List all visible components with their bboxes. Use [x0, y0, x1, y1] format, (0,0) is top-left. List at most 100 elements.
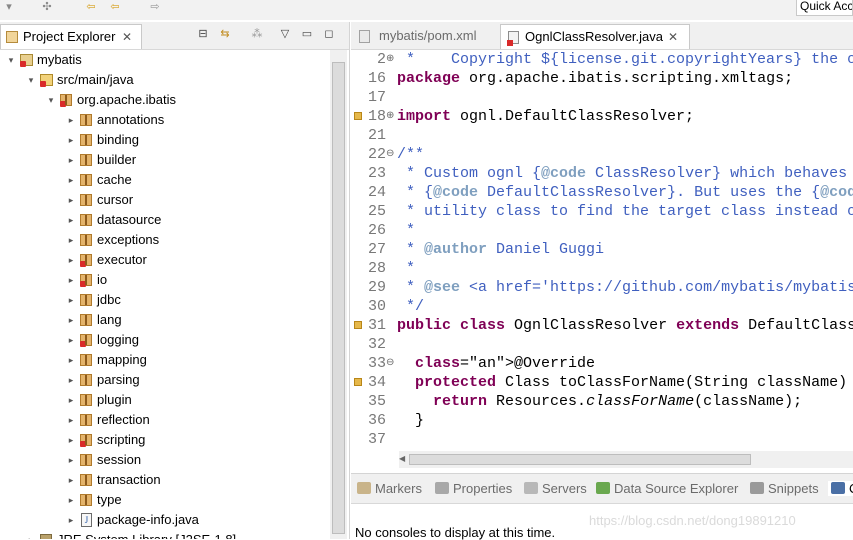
- tree-item-package[interactable]: ▸ type: [0, 490, 330, 510]
- code-line[interactable]: 18 ⊕ import ognl.DefaultClassResolver;: [351, 107, 853, 126]
- tab-pom-xml[interactable]: mybatis/pom.xml: [353, 24, 499, 49]
- code-line[interactable]: 25 * utility class to find the target cl…: [351, 202, 853, 221]
- tree-item-package[interactable]: ▸ annotations: [0, 110, 330, 130]
- editor-horizontal-scrollbar[interactable]: ◀: [399, 451, 853, 468]
- code-line[interactable]: 31 public class OgnlClassResolver extends…: [351, 316, 853, 335]
- expand-arrow-icon[interactable]: ▸: [66, 230, 76, 250]
- expand-arrow-icon[interactable]: ▸: [26, 530, 36, 539]
- link-with-editor-icon[interactable]: ⇆: [218, 28, 232, 40]
- code-line[interactable]: 22 ⊖/**: [351, 145, 853, 164]
- scrollbar-thumb[interactable]: [332, 62, 345, 534]
- tab-snippets[interactable]: Snippets: [750, 481, 819, 496]
- code-line[interactable]: 29 * @see <a href='https://github.com/my…: [351, 278, 853, 297]
- code-line[interactable]: 2 ⊕ * Copyright ${license.git.copyrightYe…: [351, 50, 853, 69]
- new-icon[interactable]: ▾: [0, 0, 18, 14]
- tree-item-package[interactable]: ▸ exceptions: [0, 230, 330, 250]
- code-line[interactable]: 32: [351, 335, 853, 354]
- expand-arrow-icon[interactable]: ▸: [66, 330, 76, 350]
- forward-arrow-icon[interactable]: ⇦: [106, 0, 124, 14]
- expand-arrow-icon[interactable]: ▸: [66, 410, 76, 430]
- maximize-icon[interactable]: ◻: [322, 28, 336, 40]
- tree-item-package[interactable]: ▸ lang: [0, 310, 330, 330]
- code-line[interactable]: 28 *: [351, 259, 853, 278]
- tree-item-source-folder[interactable]: ▾ src/main/java: [0, 70, 330, 90]
- tree-item-root-package[interactable]: ▾ org.apache.ibatis: [0, 90, 330, 110]
- code-line[interactable]: 21: [351, 126, 853, 145]
- fold-expand-icon[interactable]: ⊕: [386, 50, 394, 69]
- close-icon[interactable]: ✕: [668, 30, 678, 44]
- code-line[interactable]: 17: [351, 88, 853, 107]
- tree-item-package[interactable]: ▸ cursor: [0, 190, 330, 210]
- next-arrow-icon[interactable]: ⇨: [146, 0, 164, 14]
- expand-arrow-icon[interactable]: ▸: [66, 290, 76, 310]
- collapse-arrow-icon[interactable]: ▾: [26, 70, 36, 90]
- code-line[interactable]: 37: [351, 430, 853, 449]
- tree-item-package[interactable]: ▸ cache: [0, 170, 330, 190]
- build-icon[interactable]: ✣: [38, 0, 56, 14]
- collapse-arrow-icon[interactable]: ▾: [46, 90, 56, 110]
- tree-item-package[interactable]: ▸ transaction: [0, 470, 330, 490]
- scroll-left-icon[interactable]: ◀: [399, 454, 405, 463]
- tree-item-package[interactable]: ▸ jdbc: [0, 290, 330, 310]
- expand-arrow-icon[interactable]: ▸: [66, 310, 76, 330]
- code-line[interactable]: 27 * @author Daniel Guggi: [351, 240, 853, 259]
- expand-arrow-icon[interactable]: ▸: [66, 270, 76, 290]
- fold-collapse-icon[interactable]: ⊖: [386, 354, 394, 373]
- tree-item-project[interactable]: ▾ mybatis: [0, 50, 330, 70]
- tree-item-package[interactable]: ▸ reflection: [0, 410, 330, 430]
- minimize-icon[interactable]: ▭: [300, 28, 314, 40]
- code-editor[interactable]: 2 ⊕ * Copyright ${license.git.copyrightYe…: [351, 50, 853, 450]
- code-line[interactable]: 30 */: [351, 297, 853, 316]
- code-line[interactable]: 16 package org.apache.ibatis.scripting.xm…: [351, 69, 853, 88]
- code-line[interactable]: 23 * Custom ognl {@code ClassResolver} w…: [351, 164, 853, 183]
- expand-arrow-icon[interactable]: ▸: [66, 210, 76, 230]
- filter-icon[interactable]: ⁂: [250, 28, 264, 40]
- quick-access-input[interactable]: Quick Access: [796, 0, 853, 16]
- tab-project-explorer[interactable]: Project Explorer ✕: [0, 24, 142, 49]
- collapse-arrow-icon[interactable]: ▾: [6, 50, 16, 70]
- tree-item-library[interactable]: ▸ JRE System Library [J2SE-1.8]: [0, 530, 330, 539]
- code-line[interactable]: 24 * {@code DefaultClassResolver}. But u…: [351, 183, 853, 202]
- code-line[interactable]: 36 }: [351, 411, 853, 430]
- code-line[interactable]: 33 ⊖ class="an">@Override: [351, 354, 853, 373]
- tree-item-package[interactable]: ▸ mapping: [0, 350, 330, 370]
- explorer-vertical-scrollbar[interactable]: [330, 50, 347, 539]
- tree-item-package[interactable]: ▸ builder: [0, 150, 330, 170]
- expand-arrow-icon[interactable]: ▸: [66, 110, 76, 130]
- close-icon[interactable]: ✕: [122, 30, 132, 44]
- tab-servers[interactable]: Servers: [524, 481, 587, 496]
- view-menu-icon[interactable]: ▽: [278, 28, 292, 40]
- tree-item-package[interactable]: ▸ scripting: [0, 430, 330, 450]
- expand-arrow-icon[interactable]: ▸: [66, 370, 76, 390]
- tab-console[interactable]: C: [828, 481, 853, 496]
- code-line[interactable]: 35 return Resources.classForName(classNa…: [351, 392, 853, 411]
- scrollbar-thumb[interactable]: [409, 454, 751, 465]
- expand-arrow-icon[interactable]: ▸: [66, 190, 76, 210]
- expand-arrow-icon[interactable]: ▸: [66, 490, 76, 510]
- expand-arrow-icon[interactable]: ▸: [66, 130, 76, 150]
- tree-item-package[interactable]: ▸ plugin: [0, 390, 330, 410]
- tab-properties[interactable]: Properties: [435, 481, 512, 496]
- tree-item-package[interactable]: ▸ io: [0, 270, 330, 290]
- expand-arrow-icon[interactable]: ▸: [66, 350, 76, 370]
- expand-arrow-icon[interactable]: ▸: [66, 390, 76, 410]
- expand-arrow-icon[interactable]: ▸: [66, 470, 76, 490]
- tab-markers[interactable]: Markers: [357, 481, 422, 496]
- tree-item-package[interactable]: ▸ logging: [0, 330, 330, 350]
- expand-arrow-icon[interactable]: ▸: [66, 450, 76, 470]
- expand-arrow-icon[interactable]: ▸: [66, 150, 76, 170]
- expand-arrow-icon[interactable]: ▸: [66, 250, 76, 270]
- collapse-all-icon[interactable]: ⊟: [196, 28, 210, 40]
- tree-item-package[interactable]: ▸ executor: [0, 250, 330, 270]
- tab-ognl-class-resolver[interactable]: OgnlClassResolver.java ✕: [500, 24, 690, 49]
- code-line[interactable]: 26 *: [351, 221, 853, 240]
- expand-arrow-icon[interactable]: ▸: [66, 170, 76, 190]
- expand-arrow-icon[interactable]: ▸: [66, 430, 76, 450]
- code-line[interactable]: 34 protected Class toClassForName(String…: [351, 373, 853, 392]
- fold-collapse-icon[interactable]: ⊖: [386, 145, 394, 164]
- fold-expand-icon[interactable]: ⊕: [386, 107, 394, 126]
- back-arrow-icon[interactable]: ⇦: [82, 0, 100, 14]
- tree-item-package[interactable]: ▸ parsing: [0, 370, 330, 390]
- tree-item-package[interactable]: ▸ session: [0, 450, 330, 470]
- tree-item-file[interactable]: ▸ Jpackage-info.java: [0, 510, 330, 530]
